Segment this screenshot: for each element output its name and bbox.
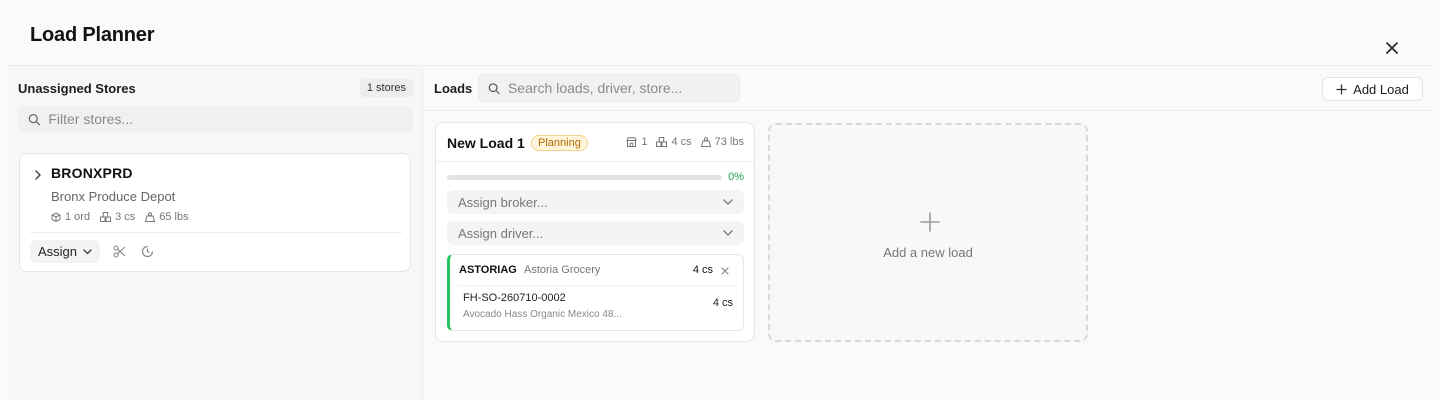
stop-name: Astoria Grocery: [524, 264, 601, 276]
store-orders: 1 ord: [51, 211, 90, 223]
store-cases: 3 cs: [100, 211, 135, 223]
plus-icon: [920, 212, 940, 232]
order-item: Avocado Hass Organic Mexico 48...: [463, 309, 622, 320]
stop-card[interactable]: ASTORIAG Astoria Grocery 4 cs FH-SO-2607…: [447, 254, 744, 331]
scissors-icon: [112, 245, 125, 258]
driver-placeholder: Assign driver...: [458, 225, 544, 241]
add-load-label: Add Load: [1353, 81, 1409, 97]
split-button[interactable]: [110, 243, 128, 261]
search-loads-field[interactable]: [478, 74, 740, 102]
add-load-button[interactable]: Add Load: [1322, 77, 1423, 101]
unassigned-header: Unassigned Stores 1 stores: [18, 78, 413, 98]
load-weight-value: 73 lbs: [714, 136, 744, 148]
stop-code: ASTORIAG: [459, 264, 517, 276]
assign-broker-select[interactable]: Assign broker...: [447, 190, 744, 214]
store-actions: Assign: [30, 240, 156, 263]
close-icon: [1386, 42, 1398, 54]
loads-label: Loads: [434, 81, 473, 96]
chevron-down-icon: [723, 199, 733, 205]
boxes-icon: [100, 212, 112, 222]
loads-toolbar: Loads Add Load: [424, 65, 1432, 111]
weight-icon: [145, 212, 156, 222]
load-stores-value: 1: [641, 136, 648, 148]
divider: [458, 285, 735, 286]
store-cases-value: 3 cs: [115, 211, 136, 223]
plus-icon: [1336, 83, 1347, 95]
stop-cases: 4 cs: [692, 264, 713, 276]
add-new-load-label: Add a new load: [883, 245, 973, 260]
add-new-load-card[interactable]: Add a new load: [768, 123, 1088, 342]
unassigned-stores-panel: Unassigned Stores 1 stores BRONXPRD Bron…: [8, 65, 423, 400]
assign-driver-select[interactable]: Assign driver...: [447, 221, 744, 245]
load-progress-label: 0%: [728, 171, 744, 183]
unassigned-title: Unassigned Stores: [18, 80, 136, 96]
schedule-button[interactable]: [138, 243, 156, 261]
broker-placeholder: Assign broker...: [458, 194, 548, 210]
load-cases: 4 cs: [656, 136, 692, 148]
store-name: Bronx Produce Depot: [51, 189, 176, 204]
store-weight: 65 lbs: [145, 211, 189, 223]
load-title: New Load 1: [447, 135, 525, 151]
load-progress-bar: [447, 175, 722, 180]
load-cases-value: 4 cs: [671, 136, 692, 148]
store-orders-value: 1 ord: [65, 211, 91, 223]
search-icon: [28, 113, 41, 125]
search-loads-input[interactable]: [507, 80, 739, 96]
x-icon: [721, 267, 729, 275]
assign-label: Assign: [38, 244, 78, 259]
load-stores: 1: [626, 136, 647, 148]
store-icon: [626, 137, 638, 147]
chevron-down-icon: [83, 248, 92, 254]
chevron-right-icon[interactable]: [33, 168, 43, 180]
chevron-down-icon: [723, 230, 733, 236]
divider: [30, 232, 402, 233]
load-card[interactable]: New Load 1 Planning 1 4 cs 73 lbs 0% Ass…: [435, 122, 755, 342]
order-cases: 4 cs: [712, 297, 733, 309]
stores-count-badge: 1 stores: [359, 79, 413, 97]
assign-button[interactable]: Assign: [30, 240, 101, 263]
load-stats: 1 4 cs 73 lbs: [626, 136, 744, 148]
status-badge: Planning: [531, 135, 588, 151]
close-button[interactable]: [1382, 38, 1402, 58]
store-meta: 1 ord 3 cs 65 lbs: [51, 211, 189, 223]
store-weight-value: 65 lbs: [159, 211, 189, 223]
clock-icon: [141, 245, 153, 258]
store-code: BRONXPRD: [51, 165, 133, 181]
dialog-title: Load Planner: [30, 24, 155, 46]
load-header: New Load 1 Planning 1 4 cs 73 lbs: [436, 123, 754, 162]
search-icon: [488, 82, 500, 94]
boxes-icon: [656, 137, 668, 147]
filter-stores-input[interactable]: [48, 111, 413, 127]
order-number: FH-SO-260710-0002: [463, 292, 566, 304]
load-weight: 73 lbs: [700, 136, 744, 148]
weight-icon: [700, 137, 711, 147]
box-icon: [51, 212, 61, 222]
remove-stop-button[interactable]: [720, 263, 732, 275]
store-card[interactable]: BRONXPRD Bronx Produce Depot 1 ord 3 cs …: [19, 153, 411, 272]
filter-stores-field[interactable]: [18, 106, 413, 132]
